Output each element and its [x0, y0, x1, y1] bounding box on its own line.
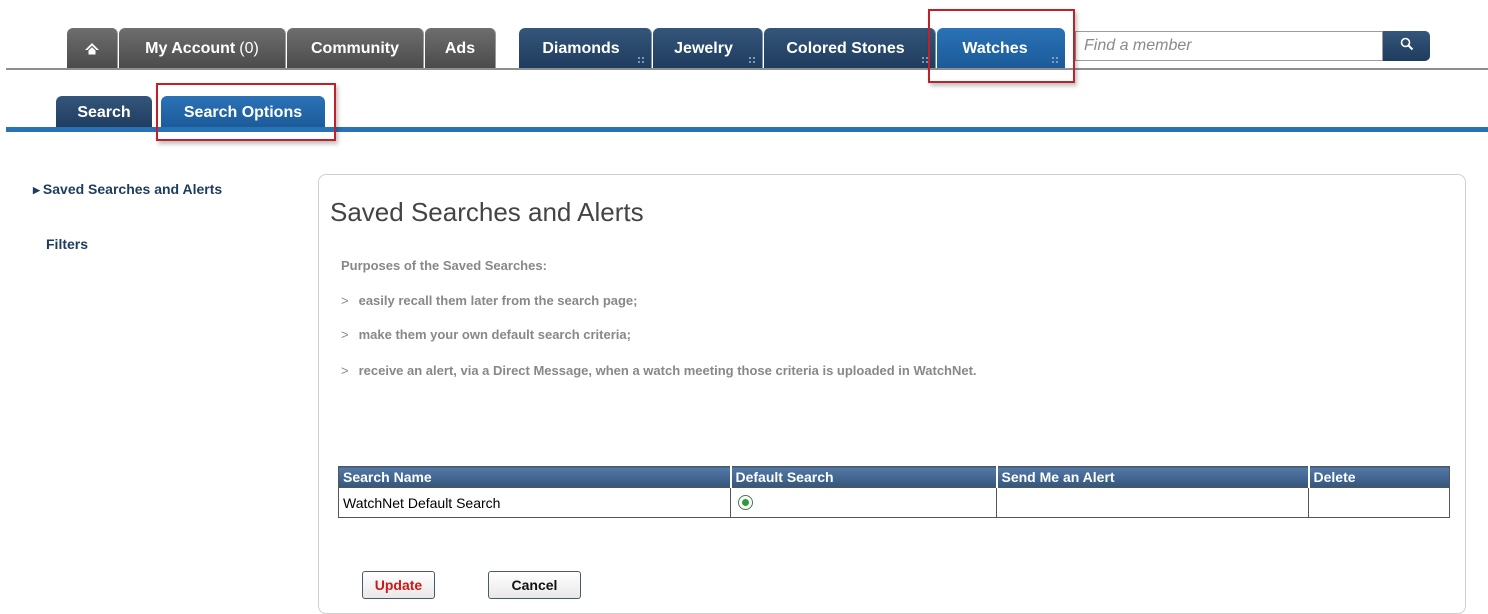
sidebar-item-label: Filters: [46, 236, 89, 252]
nav-tab-community-label: Community: [311, 39, 399, 57]
home-tab[interactable]: [67, 28, 118, 69]
table-row: WatchNet Default Search: [338, 487, 1450, 518]
purpose-text: easily recall them later from the search…: [358, 293, 638, 308]
purpose-text: receive an alert, via a Direct Message, …: [358, 363, 977, 378]
bullet-marker: >: [341, 327, 349, 342]
subtab-search[interactable]: Search: [56, 96, 152, 129]
column-header-search-name: Search Name: [338, 466, 732, 488]
default-search-radio[interactable]: [738, 494, 753, 510]
search-name-cell: WatchNet Default Search: [338, 487, 731, 518]
nav-tab-jewelry-label: Jewelry: [674, 39, 733, 57]
purpose-item: > easily recall them later from the searc…: [341, 293, 638, 308]
home-icon: [84, 42, 100, 56]
nav-tab-diamonds-label: Diamonds: [542, 39, 620, 57]
saved-searches-table: Search Name Default Search Send Me an Al…: [338, 466, 1450, 518]
purpose-item: > make them your own default search crite…: [341, 327, 631, 342]
update-button[interactable]: Update: [362, 571, 435, 599]
content-panel: [318, 174, 1466, 614]
purpose-item: > receive an alert, via a Direct Message,…: [341, 363, 977, 378]
nav-tab-colored-stones-label: Colored Stones: [786, 39, 905, 57]
nav-tab-diamonds[interactable]: Diamonds: [519, 28, 652, 69]
nav-tab-my-account-label: My Account: [145, 39, 236, 57]
bullet-marker: >: [341, 363, 349, 378]
nav-tab-my-account[interactable]: My Account (0): [119, 28, 286, 69]
nav-tab-ads-label: Ads: [444, 39, 476, 57]
subtab-search-label: Search: [77, 103, 131, 121]
bullet-marker: >: [341, 293, 349, 308]
purpose-text: make them your own default search criter…: [358, 327, 631, 342]
nav-tab-colored-stones[interactable]: Colored Stones: [764, 28, 936, 69]
default-search-cell: [730, 487, 997, 518]
sidebar-item-filters[interactable]: Filters: [46, 236, 88, 252]
nav-tab-community[interactable]: Community: [287, 28, 424, 69]
column-header-delete: Delete: [1308, 466, 1450, 488]
caret-right-icon: ▶: [33, 185, 40, 195]
send-alert-cell: [996, 487, 1309, 518]
highlight-box-watches: [928, 9, 1075, 83]
sidebar-item-saved-searches[interactable]: ▶ Saved Searches and Alerts: [33, 181, 222, 197]
find-member-input[interactable]: [1075, 31, 1383, 61]
nav-tab-ads[interactable]: Ads: [425, 28, 496, 69]
search-icon: [1400, 37, 1414, 56]
resize-grip-icon: [637, 56, 645, 64]
nav-divider: [6, 68, 1488, 70]
my-account-count: (0): [239, 39, 259, 57]
purposes-intro: Purposes of the Saved Searches:: [341, 258, 547, 273]
column-header-send-alert: Send Me an Alert: [996, 466, 1310, 488]
highlight-box-search-options: [156, 83, 336, 141]
page-title: Saved Searches and Alerts: [330, 197, 644, 227]
sidebar-item-label: Saved Searches and Alerts: [42, 181, 223, 197]
find-member-button[interactable]: [1383, 31, 1430, 61]
cancel-button[interactable]: Cancel: [488, 571, 581, 599]
table-header-row: Search Name Default Search Send Me an Al…: [338, 466, 1450, 488]
nav-tab-jewelry[interactable]: Jewelry: [653, 28, 763, 69]
resize-grip-icon: [748, 56, 756, 64]
delete-cell: [1308, 487, 1450, 518]
column-header-default-search: Default Search: [730, 466, 998, 488]
